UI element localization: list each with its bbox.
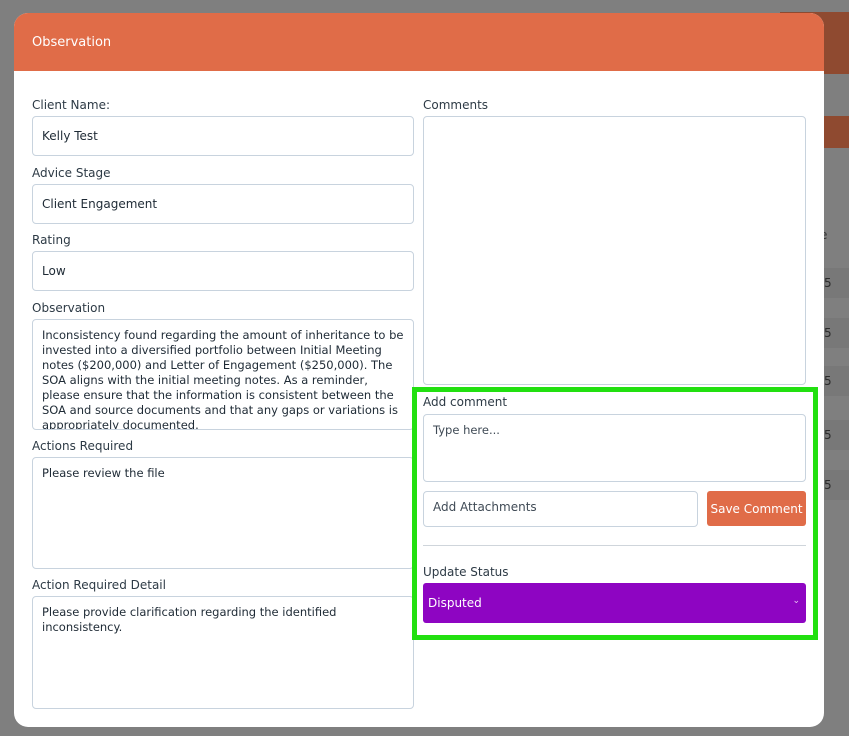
save-comment-button[interactable]: Save Comment [707, 491, 806, 526]
client-name-field[interactable]: Kelly Test [32, 116, 414, 156]
background-row-value: 5 [824, 326, 832, 340]
actions-required-textarea[interactable]: Please review the file [32, 457, 414, 569]
update-status-select[interactable]: Disputed ⌄ [423, 583, 806, 623]
add-attachments-input[interactable]: Add Attachments [423, 491, 698, 527]
add-comment-textarea[interactable]: Type here... [423, 414, 806, 482]
modal-title: Observation [32, 34, 112, 50]
background-row-value: 5 [824, 276, 832, 290]
rating-label: Rating [32, 233, 71, 247]
observation-label: Observation [32, 301, 106, 315]
add-comment-label: Add comment [423, 395, 508, 409]
background-row-value: 5 [824, 428, 832, 442]
actions-required-label: Actions Required [32, 439, 134, 453]
comments-label: Comments [423, 98, 489, 112]
observation-modal: Observation Client Name: Kelly Test Advi… [14, 13, 824, 727]
background-row-value: 5 [824, 478, 832, 492]
update-status-label: Update Status [423, 565, 509, 579]
background-row-value: 5 [824, 374, 832, 388]
section-divider [423, 545, 806, 546]
status-selected-value: Disputed [428, 596, 482, 610]
advice-stage-label: Advice Stage [32, 166, 111, 180]
client-name-label: Client Name: [32, 98, 110, 112]
action-required-detail-textarea[interactable]: Please provide clarification regarding t… [32, 596, 414, 709]
advice-stage-field[interactable]: Client Engagement [32, 184, 414, 224]
modal-header: Observation [14, 13, 824, 71]
action-required-detail-label: Action Required Detail [32, 578, 166, 592]
comments-list[interactable] [423, 116, 806, 385]
rating-field[interactable]: Low [32, 251, 414, 291]
observation-textarea[interactable]: Inconsistency found regarding the amount… [32, 319, 414, 430]
chevron-down-icon: ⌄ [792, 596, 800, 606]
